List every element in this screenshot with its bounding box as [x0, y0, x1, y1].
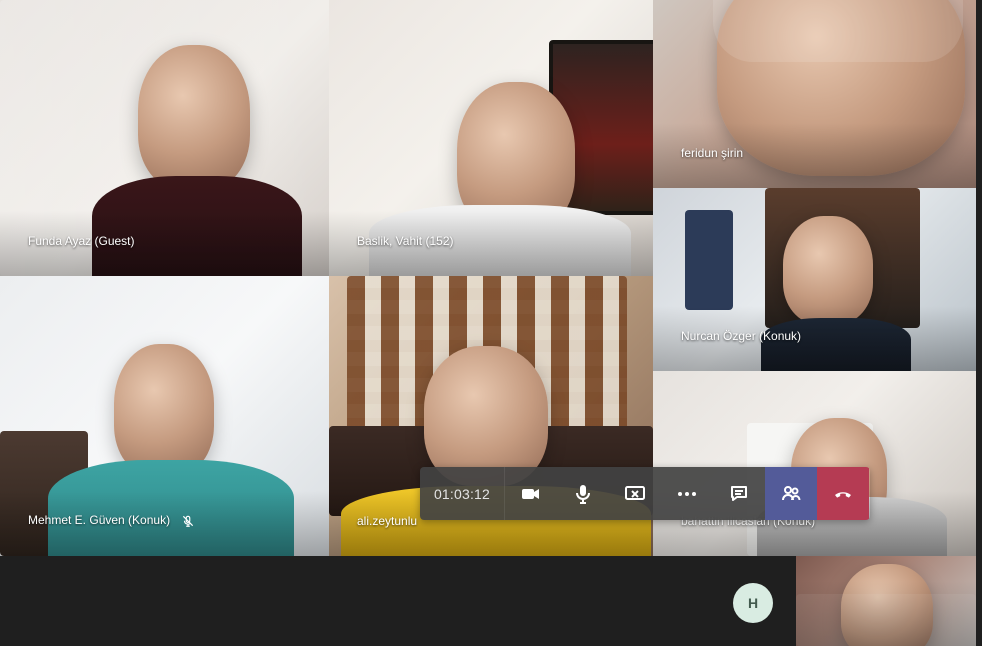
participant-name-label: Mehmet E. Güven (Konuk)	[28, 513, 195, 528]
call-controls-bar: 01:03:12	[420, 467, 870, 520]
call-timer: 01:03:12	[420, 467, 505, 520]
participant-face	[424, 346, 548, 486]
participants-button[interactable]	[765, 467, 817, 520]
participant-tile-bahattin-ilicaslan[interactable]: bahattin ilicaslan (Konuk)	[653, 371, 976, 556]
participant-name-label: ali.zeytunlu	[357, 514, 418, 528]
participant-body	[761, 318, 911, 371]
chat-button[interactable]	[713, 467, 765, 520]
glasses-reflection	[713, 0, 963, 62]
participant-name-label: Funda Ayaz (Guest)	[28, 234, 135, 248]
poster	[685, 210, 733, 310]
more-actions-button[interactable]	[661, 467, 713, 520]
participant-name-label: Baslik, Vahit (152)	[357, 234, 454, 248]
self-view-video[interactable]	[796, 556, 976, 646]
camera-icon	[522, 488, 539, 499]
participant-tile-feridun-sirin[interactable]: feridun şirin	[653, 0, 976, 188]
phone-hang-up-icon	[835, 491, 851, 498]
hang-up-button[interactable]	[817, 467, 869, 520]
participant-face	[783, 216, 873, 324]
participant-name-text: Mehmet E. Güven (Konuk)	[28, 513, 171, 528]
microphone-muted-icon	[183, 515, 194, 527]
microphone-button[interactable]	[557, 467, 609, 520]
participant-body	[48, 460, 294, 556]
self-view-background-frame	[796, 594, 976, 646]
participant-body	[92, 176, 302, 276]
participant-tile-funda-ayaz[interactable]: Funda Ayaz (Guest)	[0, 0, 329, 276]
participant-tile-mehmet-guven[interactable]: Mehmet E. Güven (Konuk)	[0, 276, 329, 556]
participant-tile-baslik-vahit[interactable]: Baslik, Vahit (152)	[329, 0, 653, 276]
participant-name-label: Nurcan Özger (Konuk)	[681, 329, 802, 343]
chat-icon	[731, 485, 747, 501]
participant-tile-nurcan-ozger[interactable]: Nurcan Özger (Konuk)	[653, 188, 976, 371]
more-options-icon	[678, 491, 696, 496]
user-avatar[interactable]: H	[733, 583, 773, 623]
video-call-window: Funda Ayaz (Guest) Baslik, Vahit (152) f…	[0, 0, 982, 646]
participant-face	[138, 45, 250, 190]
share-screen-off-icon	[625, 485, 645, 500]
participant-face	[114, 344, 214, 476]
participant-name-label: feridun şirin	[681, 146, 744, 160]
share-screen-button[interactable]	[609, 467, 661, 520]
participants-icon	[782, 485, 801, 500]
camera-button[interactable]	[505, 467, 557, 520]
microphone-icon	[576, 484, 590, 504]
